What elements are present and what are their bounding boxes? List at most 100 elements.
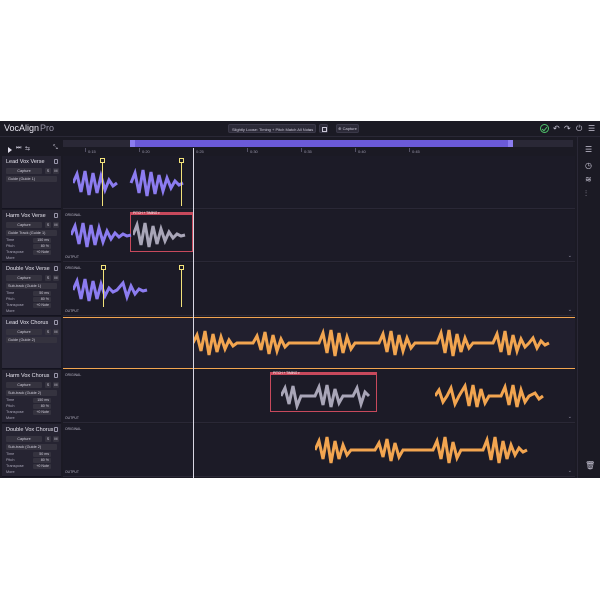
list-icon[interactable]: ☰ bbox=[585, 145, 592, 154]
guide-mode-icon[interactable] bbox=[54, 427, 58, 432]
waveform-output bbox=[73, 275, 153, 305]
guide-select[interactable]: Guide Track (Guide 1) bbox=[6, 230, 57, 236]
track-capture-button[interactable]: Capture bbox=[6, 329, 42, 335]
undo-icon[interactable]: ↶ bbox=[553, 124, 562, 133]
track-capture-button[interactable]: Capture bbox=[6, 275, 42, 281]
lane-double-vox-chorus[interactable]: ORIGINAL OUTPUT ⌄ bbox=[63, 424, 575, 477]
time-value[interactable]: 50 ms bbox=[33, 291, 51, 296]
mute-button[interactable]: M bbox=[53, 329, 59, 335]
align-marker[interactable] bbox=[179, 158, 184, 206]
track-header-lead-vox-verse[interactable]: Lead Vox Verse Capture S M Guide (Guide … bbox=[2, 156, 61, 209]
align-marker[interactable] bbox=[179, 265, 184, 307]
skip-icon[interactable]: ⏭ bbox=[16, 145, 21, 152]
overview-handle-right[interactable] bbox=[508, 140, 513, 147]
mute-button[interactable]: M bbox=[53, 382, 59, 388]
chevron-down-icon[interactable]: ⌄ bbox=[568, 468, 572, 474]
output-label: OUTPUT bbox=[65, 255, 79, 259]
track-header-harm-vox-verse[interactable]: Harm Vox Verse Capture S M Guide Track (… bbox=[2, 210, 61, 262]
guide-mode-icon[interactable] bbox=[54, 320, 58, 325]
guide-select[interactable]: Guide (Guide 2) bbox=[6, 337, 57, 343]
pitch-value[interactable]: 80 % bbox=[33, 458, 51, 463]
sliders-icon[interactable]: ⫶ bbox=[585, 189, 587, 199]
status-check-icon bbox=[540, 124, 549, 133]
overview-scroller[interactable] bbox=[63, 140, 573, 147]
solo-button[interactable]: S bbox=[45, 275, 51, 281]
chevron-down-icon[interactable]: ⌄ bbox=[568, 253, 572, 259]
mute-button[interactable]: M bbox=[53, 222, 59, 228]
track-header-lead-vox-chorus[interactable]: Lead Vox Chorus Capture S M Guide (Guide… bbox=[2, 317, 61, 369]
lane-harm-vox-chorus[interactable]: ORIGINAL PITCH + TIMING ▾ OUTPUT ⌄ bbox=[63, 370, 575, 423]
pitch-value[interactable]: 80 % bbox=[33, 297, 51, 302]
align-marker[interactable] bbox=[100, 158, 105, 206]
transpose-value[interactable]: +0 Note bbox=[33, 464, 51, 469]
menu-icon[interactable]: ☰ bbox=[588, 124, 597, 133]
time-label: Time bbox=[6, 452, 15, 456]
playhead[interactable] bbox=[193, 148, 194, 478]
power-icon[interactable]: ⏻ bbox=[576, 124, 585, 133]
guide-select[interactable]: Sub-track (Guide 2) bbox=[6, 390, 57, 396]
track-header-double-vox-chorus[interactable]: Double Vox Chorus Capture S M Sub-track … bbox=[2, 424, 61, 477]
time-label: Time bbox=[6, 291, 15, 295]
solo-button[interactable]: S bbox=[45, 222, 51, 228]
track-capture-button[interactable]: Capture bbox=[6, 222, 42, 228]
vocalign-window: VocAlignPro Slightly Loose: Timing + Pit… bbox=[0, 121, 600, 478]
transpose-value[interactable]: +0 Note bbox=[33, 250, 51, 255]
tick-label: 0:20 bbox=[142, 149, 150, 154]
align-marker[interactable] bbox=[101, 265, 106, 307]
lane-harm-vox-verse[interactable]: ORIGINAL PITCH + TIMING ▾ OUTPUT ⌄ bbox=[63, 210, 575, 262]
track-capture-button[interactable]: Capture bbox=[6, 436, 42, 442]
track-capture-button[interactable]: Capture bbox=[6, 168, 42, 174]
guide-mode-icon[interactable] bbox=[54, 159, 58, 164]
mute-button[interactable]: M bbox=[53, 168, 59, 174]
more-link[interactable]: More bbox=[6, 416, 15, 420]
original-label: ORIGINAL bbox=[65, 266, 82, 270]
more-link[interactable]: More bbox=[6, 470, 15, 474]
mute-button[interactable]: M bbox=[53, 436, 59, 442]
clock-icon[interactable]: ◷ bbox=[585, 161, 592, 170]
overview-selection[interactable] bbox=[130, 140, 513, 147]
guide-select[interactable]: Sub-track (Guide 1) bbox=[6, 283, 57, 289]
output-label: OUTPUT bbox=[65, 309, 79, 313]
solo-button[interactable]: S bbox=[45, 382, 51, 388]
guide-select[interactable]: Guide (Guide 1) bbox=[6, 176, 57, 182]
solo-button[interactable]: S bbox=[45, 436, 51, 442]
redo-icon[interactable]: ↷ bbox=[564, 124, 573, 133]
play-icon[interactable] bbox=[8, 147, 12, 153]
transpose-value[interactable]: +0 Note bbox=[33, 303, 51, 308]
trash-icon[interactable]: 🗑 bbox=[585, 461, 595, 470]
pitch-timing-label: PITCH + TIMING ▾ bbox=[273, 371, 300, 375]
capture-button[interactable]: ⊕ Capture bbox=[336, 124, 359, 133]
more-link[interactable]: More bbox=[6, 309, 15, 313]
lane-lead-vox-verse[interactable] bbox=[63, 156, 575, 209]
waveform-guide bbox=[73, 168, 193, 198]
preset-dropdown[interactable]: Slightly Loose: Timing + Pitch Match All… bbox=[228, 124, 316, 133]
time-value[interactable]: 50 ms bbox=[33, 452, 51, 457]
mute-button[interactable]: M bbox=[53, 275, 59, 281]
chevron-down-icon[interactable]: ⌄ bbox=[568, 307, 572, 313]
overview-handle-left[interactable] bbox=[130, 140, 135, 147]
track-name: Harm Vox Verse bbox=[6, 213, 46, 219]
pitch-value[interactable]: 80 % bbox=[33, 404, 51, 409]
guide-mode-icon[interactable] bbox=[54, 213, 58, 218]
expand-icon[interactable]: ⤡ bbox=[53, 145, 58, 152]
lane-lead-vox-chorus[interactable] bbox=[63, 317, 575, 369]
guide-select[interactable]: Sub-track (Guide 2) bbox=[6, 444, 57, 450]
track-header-harm-vox-chorus[interactable]: Harm Vox Chorus Capture S M Sub-track (G… bbox=[2, 370, 61, 423]
more-link[interactable]: More bbox=[6, 256, 15, 260]
waveform-icon[interactable]: ≋ bbox=[585, 175, 592, 184]
solo-button[interactable]: S bbox=[45, 168, 51, 174]
track-header-double-vox-verse[interactable]: Double Vox Verse Capture S M Sub-track (… bbox=[2, 263, 61, 316]
guide-mode-icon[interactable] bbox=[54, 266, 58, 271]
lane-double-vox-verse[interactable]: ORIGINAL OUTPUT ⌄ bbox=[63, 263, 575, 316]
time-value[interactable]: 150 ms bbox=[33, 398, 51, 403]
time-value[interactable]: 150 ms bbox=[33, 238, 51, 243]
loop-icon[interactable]: ⇆ bbox=[25, 145, 30, 152]
time-label: Time bbox=[6, 398, 15, 402]
save-preset-button[interactable] bbox=[319, 124, 328, 133]
chevron-down-icon[interactable]: ⌄ bbox=[568, 414, 572, 420]
solo-button[interactable]: S bbox=[45, 329, 51, 335]
pitch-value[interactable]: 80 % bbox=[33, 244, 51, 249]
transpose-value[interactable]: +0 Note bbox=[33, 410, 51, 415]
track-capture-button[interactable]: Capture bbox=[6, 382, 42, 388]
guide-mode-icon[interactable] bbox=[54, 373, 58, 378]
